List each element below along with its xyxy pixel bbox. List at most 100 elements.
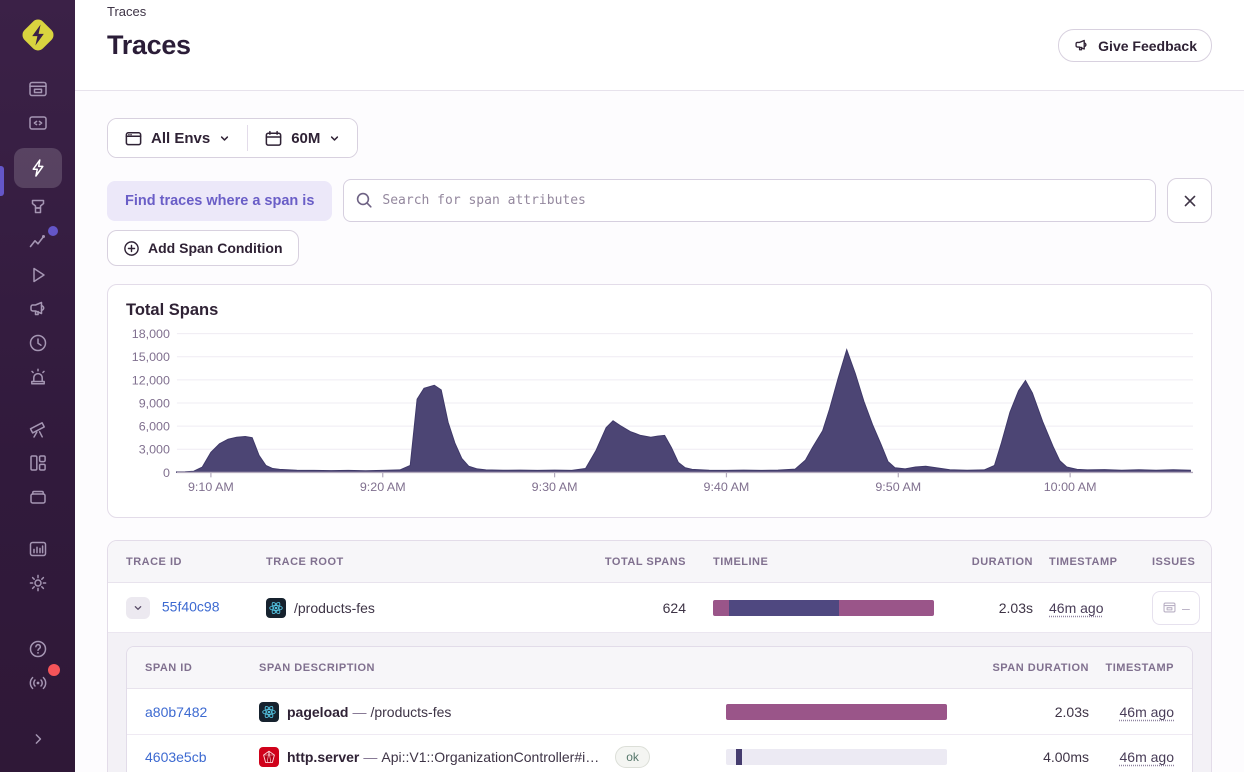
svg-text:9,000: 9,000 bbox=[139, 396, 170, 410]
total-spans-chart-panel: Total Spans 9:10 AM9:20 AM9:30 AM9:40 AM… bbox=[107, 284, 1212, 518]
traces-table: TRACE ID TRACE ROOT TOTAL SPANS TIMELINE… bbox=[107, 540, 1212, 772]
sidebar-item-settings[interactable] bbox=[14, 566, 62, 600]
query-builder-row: Find traces where a span is bbox=[107, 178, 1212, 223]
span-id-link[interactable]: 4603e5cb bbox=[145, 749, 207, 765]
code-folder-icon bbox=[27, 112, 49, 134]
sidebar-item-help[interactable] bbox=[14, 632, 62, 666]
sidebar-item-dashboards[interactable] bbox=[14, 446, 62, 480]
help-icon bbox=[27, 638, 49, 660]
plus-circle-icon bbox=[123, 240, 140, 257]
time-range-filter-label: 60M bbox=[291, 130, 320, 147]
col-duration: DURATION bbox=[949, 556, 1041, 568]
lightning-icon bbox=[27, 157, 49, 179]
filter-bar: All Envs 60M bbox=[107, 118, 358, 158]
span-description: /products-fes bbox=[370, 704, 451, 720]
sidebar-item-alerts[interactable] bbox=[14, 360, 62, 394]
close-icon bbox=[1180, 191, 1200, 211]
span-table: SPAN ID SPAN DESCRIPTION SPAN DURATION T… bbox=[126, 646, 1193, 772]
archive-box-icon bbox=[27, 486, 49, 508]
svg-text:6,000: 6,000 bbox=[139, 420, 170, 434]
page-title: Traces bbox=[107, 30, 191, 61]
svg-text:15,000: 15,000 bbox=[132, 350, 170, 364]
clock-icon bbox=[27, 332, 49, 354]
chevron-down-icon bbox=[218, 132, 231, 145]
span-timestamp[interactable]: 46m ago bbox=[1120, 704, 1174, 720]
time-range-filter[interactable]: 60M bbox=[248, 119, 357, 157]
col-issues: ISSUES bbox=[1144, 556, 1211, 568]
total-spans-area-chart[interactable]: 9:10 AM9:20 AM9:30 AM9:40 AM9:50 AM10:00… bbox=[108, 285, 1211, 517]
span-duration: 2.03s bbox=[957, 704, 1097, 720]
span-id-link[interactable]: a80b7482 bbox=[145, 704, 207, 720]
sidebar-item-discover[interactable] bbox=[14, 412, 62, 446]
span-description: Api::V1::OrganizationController#i… bbox=[381, 749, 599, 765]
sentry-logo[interactable] bbox=[17, 14, 59, 56]
sidebar-item-issues[interactable] bbox=[14, 72, 62, 106]
search-box bbox=[343, 179, 1156, 222]
sidebar-item-feedback[interactable] bbox=[14, 292, 62, 326]
ruby-icon bbox=[259, 747, 279, 767]
react-icon bbox=[259, 702, 279, 722]
megaphone-icon bbox=[1073, 37, 1090, 54]
trace-issues-badge[interactable]: – bbox=[1152, 591, 1200, 625]
trace-row: 55f40c98 /products-fes 624 2.03s 46m ago… bbox=[108, 583, 1211, 632]
span-attributes-search-input[interactable] bbox=[343, 179, 1156, 222]
span-timestamp[interactable]: 46m ago bbox=[1120, 749, 1174, 765]
trace-timeline bbox=[713, 600, 934, 616]
svg-text:10:00 AM: 10:00 AM bbox=[1044, 480, 1097, 494]
sidebar-item-releases[interactable] bbox=[14, 326, 62, 360]
search-icon bbox=[355, 191, 373, 214]
environment-filter-label: All Envs bbox=[151, 130, 210, 147]
svg-text:9:30 AM: 9:30 AM bbox=[532, 480, 578, 494]
issues-icon bbox=[1162, 600, 1177, 615]
breadcrumb[interactable]: Traces bbox=[107, 4, 1212, 19]
sidebar-item-metrics[interactable] bbox=[14, 224, 62, 258]
telescope-icon bbox=[27, 418, 49, 440]
active-nav-indicator bbox=[0, 166, 4, 196]
sidebar-item-stats[interactable] bbox=[14, 532, 62, 566]
profiling-icon bbox=[27, 196, 49, 218]
span-row: 4603e5cb http.server—Api::V1::Organizati… bbox=[127, 734, 1192, 772]
span-timeline bbox=[726, 749, 947, 765]
play-icon bbox=[27, 264, 49, 286]
span-op-separator: — bbox=[363, 749, 377, 765]
svg-text:9:50 AM: 9:50 AM bbox=[875, 480, 921, 494]
bar-stats-icon bbox=[27, 538, 49, 560]
sidebar-item-whats-new[interactable] bbox=[14, 666, 62, 700]
clear-query-button[interactable] bbox=[1167, 178, 1212, 223]
trace-duration: 2.03s bbox=[949, 600, 1041, 616]
sidebar-item-crons[interactable] bbox=[14, 480, 62, 514]
sidebar-item-profiling[interactable] bbox=[14, 190, 62, 224]
chevron-down-icon bbox=[132, 602, 144, 614]
window-icon bbox=[124, 129, 143, 148]
col-span-duration: SPAN DURATION bbox=[957, 662, 1097, 674]
give-feedback-button[interactable]: Give Feedback bbox=[1058, 29, 1212, 62]
trace-id-link[interactable]: 55f40c98 bbox=[162, 598, 220, 614]
sidebar-item-projects[interactable] bbox=[14, 106, 62, 140]
content: All Envs 60M Find traces where a span is bbox=[75, 91, 1244, 772]
collapse-trace-button[interactable] bbox=[126, 597, 150, 619]
col-trace-root: TRACE ROOT bbox=[258, 556, 574, 568]
sidebar-collapse-button[interactable] bbox=[14, 722, 62, 756]
siren-icon bbox=[27, 366, 49, 388]
svg-text:0: 0 bbox=[163, 466, 170, 480]
environment-filter[interactable]: All Envs bbox=[108, 119, 247, 157]
col-span-timestamp: TIMESTAMP bbox=[1097, 662, 1192, 674]
add-span-condition-button[interactable]: Add Span Condition bbox=[107, 230, 299, 266]
give-feedback-label: Give Feedback bbox=[1098, 38, 1197, 54]
find-traces-label: Find traces where a span is bbox=[107, 181, 332, 221]
megaphone-icon bbox=[27, 298, 49, 320]
span-row: a80b7482 pageload—/products-fes 2.03s 46… bbox=[127, 689, 1192, 734]
expanded-spans-zone: SPAN ID SPAN DESCRIPTION SPAN DURATION T… bbox=[108, 632, 1211, 772]
sidebar bbox=[0, 0, 75, 772]
span-duration: 4.00ms bbox=[957, 749, 1097, 765]
trace-timestamp[interactable]: 46m ago bbox=[1049, 600, 1103, 616]
span-op: http.server bbox=[287, 749, 359, 765]
broadcast-icon bbox=[27, 672, 49, 694]
col-timestamp: TIMESTAMP bbox=[1041, 556, 1144, 568]
span-timeline bbox=[726, 704, 947, 720]
sidebar-item-traces[interactable] bbox=[14, 148, 62, 188]
span-table-header: SPAN ID SPAN DESCRIPTION SPAN DURATION T… bbox=[127, 647, 1192, 689]
sidebar-item-replays[interactable] bbox=[14, 258, 62, 292]
col-timeline: TIMELINE bbox=[694, 556, 949, 568]
span-op-separator: — bbox=[352, 704, 366, 720]
